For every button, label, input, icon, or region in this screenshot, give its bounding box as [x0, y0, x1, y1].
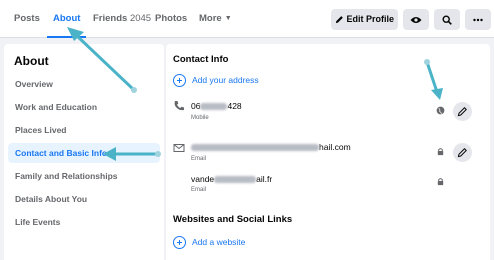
redacted-text	[214, 176, 257, 184]
tab-posts[interactable]: Posts	[14, 0, 40, 38]
websites-heading: Websites and Social Links	[173, 214, 293, 225]
edit-email-button[interactable]	[453, 143, 472, 162]
add-website-link[interactable]: Add a website	[173, 236, 283, 252]
lock-icon[interactable]	[436, 147, 445, 156]
add-address-label: Add your address	[192, 75, 259, 85]
add-circle-icon	[173, 74, 186, 87]
add-circle-icon	[173, 236, 186, 249]
about-nav-contact-basic-info[interactable]: Contact and Basic Info	[8, 143, 160, 163]
edit-profile-label: Edit Profile	[346, 14, 395, 24]
lock-icon[interactable]	[436, 177, 445, 186]
contact-info-heading: Contact Info	[173, 54, 229, 65]
edit-phone-button[interactable]	[453, 102, 472, 121]
email-address-primary: hail.com	[191, 142, 351, 152]
phone-type-label: Mobile	[191, 115, 209, 121]
profile-tab-bar: Posts About Friends 2045 Photos More ▼ Ed…	[0, 0, 494, 38]
about-nav-family-relationships[interactable]: Family and Relationships	[8, 166, 160, 186]
more-options-button[interactable]	[465, 9, 491, 30]
email-type-label: Email	[191, 187, 207, 193]
about-nav-life-events[interactable]: Life Events	[8, 212, 160, 232]
edit-profile-button[interactable]: Edit Profile	[331, 9, 398, 30]
friends-count: 2045	[129, 13, 152, 24]
search-profile-button[interactable]	[434, 9, 460, 30]
about-nav-work-education[interactable]: Work and Education	[8, 97, 160, 117]
eye-icon	[410, 16, 422, 23]
about-nav-places-lived[interactable]: Places Lived	[8, 120, 160, 140]
about-nav-overview[interactable]: Overview	[8, 74, 160, 94]
pencil-icon	[335, 16, 343, 24]
pencil-icon	[457, 107, 467, 117]
tab-friends-label: Friends	[93, 13, 128, 24]
pencil-icon	[457, 148, 467, 158]
add-address-link[interactable]: Add your address	[173, 74, 293, 90]
caret-down-icon: ▼	[224, 15, 232, 22]
about-nav-details-about-you[interactable]: Details About You	[8, 189, 160, 209]
about-sidebar: About Overview Work and Education Places…	[4, 44, 164, 260]
tab-photos[interactable]: Photos	[155, 0, 187, 38]
ellipsis-icon	[473, 18, 483, 21]
tab-friends[interactable]: Friends 2045	[93, 0, 151, 38]
email-icon	[173, 144, 185, 152]
about-sidebar-title: About	[14, 54, 49, 68]
tab-more-label: More	[199, 13, 222, 24]
globe-icon[interactable]	[436, 106, 445, 115]
search-icon	[442, 15, 452, 25]
tab-more[interactable]: More ▼	[199, 0, 232, 38]
phone-number: 06 428	[191, 101, 242, 111]
email-type-label: Email	[191, 156, 207, 162]
email-address-secondary: vande ail.fr	[191, 174, 273, 184]
add-website-label: Add a website	[192, 237, 246, 247]
redacted-text	[200, 103, 228, 111]
redacted-text	[191, 144, 319, 152]
view-as-button[interactable]	[403, 9, 429, 30]
contact-info-panel: Contact Info Add your address 06 428 Mobi…	[166, 44, 490, 260]
tab-about[interactable]: About	[46, 0, 87, 38]
phone-icon	[174, 101, 184, 111]
